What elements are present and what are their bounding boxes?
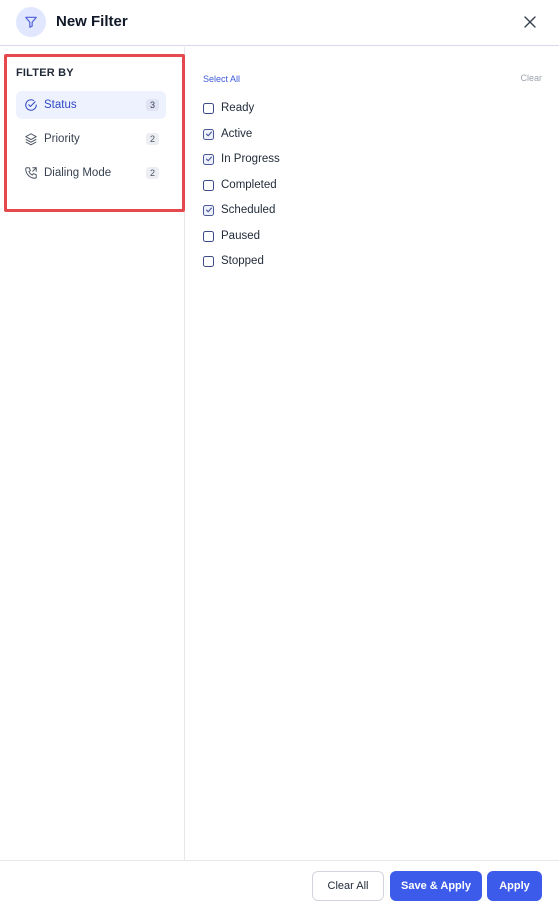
filter-icon bbox=[16, 7, 46, 37]
clear-all-button[interactable]: Clear All bbox=[312, 871, 384, 901]
close-icon[interactable] bbox=[521, 13, 539, 31]
save-and-apply-button[interactable]: Save & Apply bbox=[390, 871, 482, 901]
page-title: New Filter bbox=[56, 13, 128, 30]
option-completed[interactable]: Completed bbox=[203, 176, 277, 194]
option-ready[interactable]: Ready bbox=[203, 99, 254, 117]
option-paused[interactable]: Paused bbox=[203, 227, 260, 245]
checkbox[interactable] bbox=[203, 102, 214, 114]
check-circle-icon bbox=[24, 98, 38, 112]
checkbox-checked[interactable] bbox=[203, 153, 214, 165]
sidebar-item-label: Dialing Mode bbox=[44, 167, 112, 179]
checkbox-checked[interactable] bbox=[203, 128, 214, 140]
option-active[interactable]: Active bbox=[203, 125, 252, 143]
apply-button[interactable]: Apply bbox=[487, 871, 542, 901]
option-in-progress[interactable]: In Progress bbox=[203, 150, 280, 168]
checkbox[interactable] bbox=[203, 230, 214, 242]
option-label: Ready bbox=[221, 102, 255, 114]
option-label: Scheduled bbox=[221, 204, 276, 216]
count-badge: 3 bbox=[146, 99, 159, 111]
option-stopped[interactable]: Stopped bbox=[203, 252, 264, 270]
layers-icon bbox=[24, 132, 38, 146]
filter-sidebar: FILTER BY Status 3 Priority 2 Dialing Mo… bbox=[0, 47, 185, 860]
sidebar-item-label: Priority bbox=[44, 133, 80, 145]
count-badge: 2 bbox=[146, 167, 159, 179]
panel-footer: Clear All Save & Apply Apply bbox=[0, 860, 559, 905]
option-scheduled[interactable]: Scheduled bbox=[203, 201, 275, 219]
sidebar-item-status[interactable]: Status 3 bbox=[16, 91, 166, 119]
new-filter-panel: New Filter FILTER BY Status 3 Priority 2… bbox=[0, 0, 559, 905]
checkbox[interactable] bbox=[203, 255, 214, 267]
sidebar-item-priority[interactable]: Priority 2 bbox=[16, 125, 166, 153]
select-all-link[interactable]: Select All bbox=[203, 74, 240, 84]
option-label: Stopped bbox=[221, 255, 264, 267]
count-badge: 2 bbox=[146, 133, 159, 145]
option-label: In Progress bbox=[221, 153, 280, 165]
option-label: Paused bbox=[221, 230, 261, 242]
sidebar-item-dialing-mode[interactable]: Dialing Mode 2 bbox=[16, 159, 166, 187]
phone-forward-icon bbox=[24, 166, 38, 180]
sidebar-item-label: Status bbox=[44, 99, 77, 111]
filter-options-panel: Select All Clear Ready Active In Progres… bbox=[186, 47, 559, 860]
checkbox[interactable] bbox=[203, 179, 214, 191]
panel-header: New Filter bbox=[0, 0, 559, 46]
option-label: Completed bbox=[221, 179, 277, 191]
filter-by-heading: FILTER BY bbox=[16, 67, 74, 79]
option-label: Active bbox=[221, 128, 253, 140]
checkbox-checked[interactable] bbox=[203, 204, 214, 216]
clear-link[interactable]: Clear bbox=[520, 73, 542, 83]
